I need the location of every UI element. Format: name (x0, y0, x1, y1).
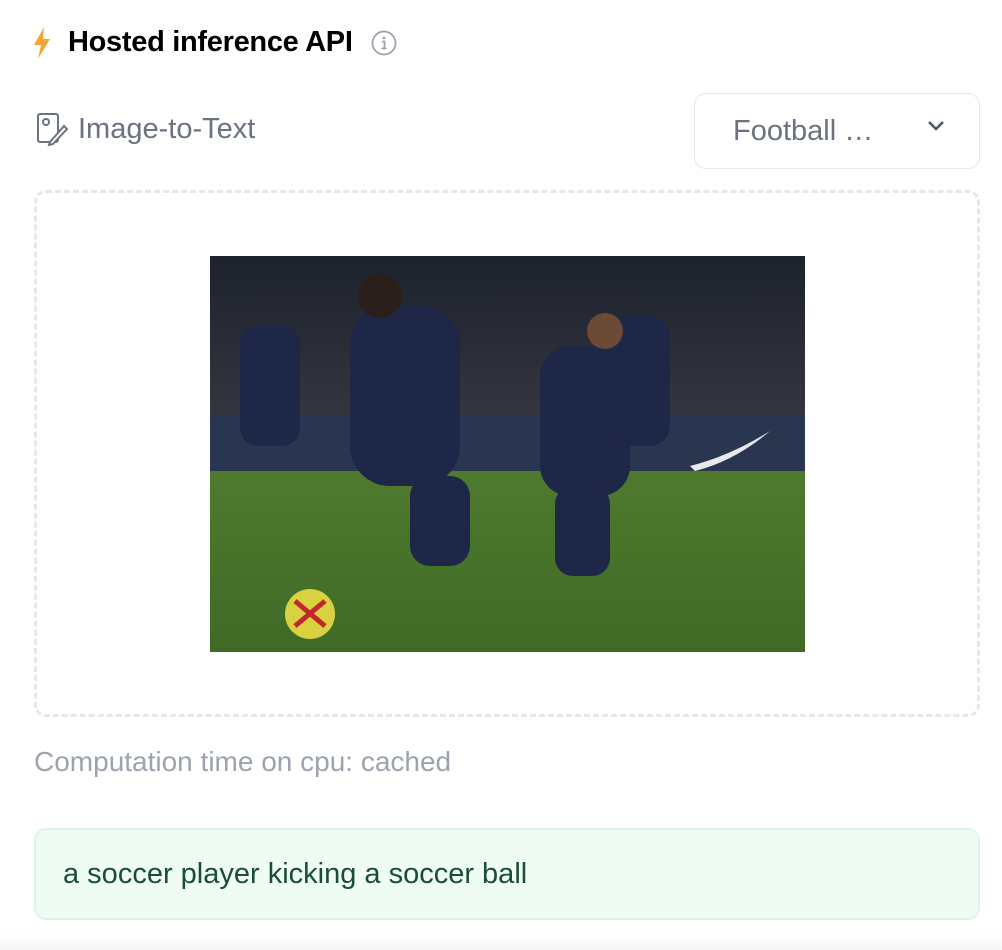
chevron-down-icon (928, 121, 944, 131)
widget-title: Hosted inference API (68, 26, 353, 58)
lightning-bolt-icon (34, 26, 50, 59)
result-text: a soccer player kicking a soccer ball (63, 857, 528, 890)
model-select-dropdown[interactable]: Football … (694, 93, 980, 169)
task-label: Image-to-Text (78, 112, 256, 145)
image-settings-icon (37, 113, 68, 146)
inference-result: a soccer player kicking a soccer ball (34, 828, 980, 920)
input-image (210, 256, 805, 652)
footer-shade (0, 932, 1002, 950)
info-icon[interactable] (371, 30, 397, 56)
computation-time: Computation time on cpu: cached (34, 746, 452, 777)
task-type: Image-to-Text (36, 112, 255, 146)
model-select-value: Football … (733, 114, 874, 147)
widget-header: Hosted inference API (32, 26, 397, 59)
